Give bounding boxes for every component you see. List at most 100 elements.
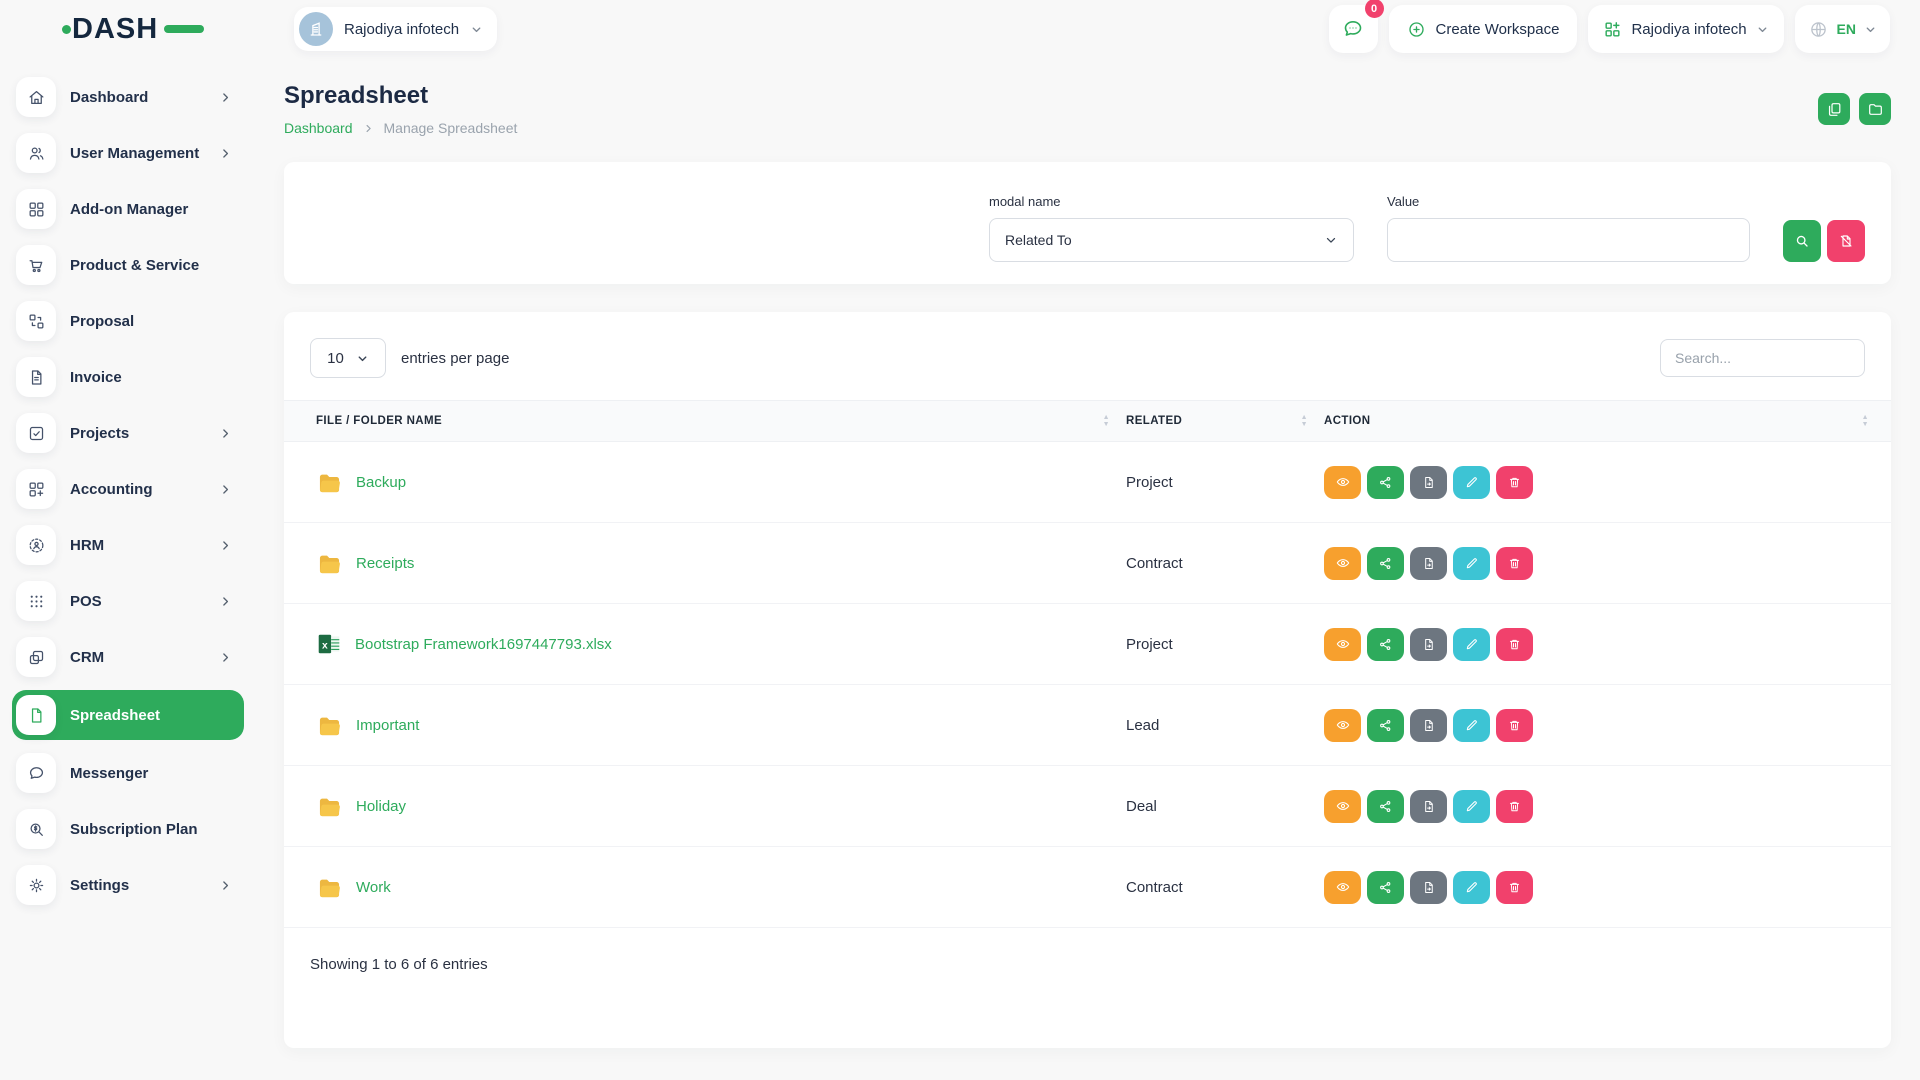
view-button[interactable] — [1324, 790, 1361, 823]
edit-button[interactable] — [1453, 547, 1490, 580]
view-button[interactable] — [1324, 628, 1361, 661]
globe-icon — [1808, 19, 1829, 40]
pencil-icon — [1464, 637, 1479, 652]
share-button[interactable] — [1367, 547, 1404, 580]
edit-button[interactable] — [1453, 628, 1490, 661]
user-scan-icon — [16, 525, 56, 565]
chevron-right-icon — [219, 595, 232, 608]
cart-icon — [16, 245, 56, 285]
table-row: Work Contract — [284, 847, 1891, 928]
file-folder-link[interactable]: Holiday — [356, 798, 406, 815]
share-button[interactable] — [1367, 466, 1404, 499]
export-file-button[interactable] — [1410, 790, 1447, 823]
sidebar-item-hrm[interactable]: HRM — [12, 522, 244, 568]
sidebar-item-invoice[interactable]: Invoice — [12, 354, 244, 400]
sidebar-item-user-management[interactable]: User Management — [12, 130, 244, 176]
share-button[interactable] — [1367, 790, 1404, 823]
file-folder-link[interactable]: Important — [356, 717, 419, 734]
share-button[interactable] — [1367, 709, 1404, 742]
delete-button[interactable] — [1496, 871, 1533, 904]
share-button[interactable] — [1367, 871, 1404, 904]
chevron-right-icon — [219, 427, 232, 440]
file-folder-link[interactable]: Bootstrap Framework1697447793.xlsx — [355, 636, 612, 653]
company-menu[interactable]: Rajodiya infotech — [1588, 5, 1783, 53]
page-title: Spreadsheet — [284, 82, 517, 110]
file-folder-link[interactable]: Receipts — [356, 555, 414, 572]
pencil-icon — [1464, 718, 1479, 733]
view-button[interactable] — [1324, 871, 1361, 904]
sidebar-item-messenger[interactable]: Messenger — [12, 750, 244, 796]
sidebar-item-label: Proposal — [70, 313, 134, 330]
export-file-button[interactable] — [1410, 547, 1447, 580]
workspace-selector[interactable]: Rajodiya infotech — [294, 7, 497, 51]
filter-reset-button[interactable] — [1827, 220, 1865, 262]
breadcrumb-dashboard-link[interactable]: Dashboard — [284, 120, 353, 136]
sort-toggle[interactable] — [1103, 414, 1110, 428]
delete-button[interactable] — [1496, 709, 1533, 742]
sidebar: Dashboard User Management Add-on Manager… — [0, 58, 255, 1080]
view-button[interactable] — [1324, 709, 1361, 742]
value-input[interactable] — [1387, 218, 1750, 262]
edit-button[interactable] — [1453, 709, 1490, 742]
table-header: FILE / FOLDER NAME RELATED ACTION — [284, 400, 1891, 442]
messages-button[interactable]: 0 — [1329, 5, 1378, 53]
sidebar-item-subscription-plan[interactable]: Subscription Plan — [12, 806, 244, 852]
workspace-name: Rajodiya infotech — [344, 21, 459, 38]
entries-selected-value: 10 — [327, 350, 344, 367]
sidebar-item-add-on-manager[interactable]: Add-on Manager — [12, 186, 244, 232]
delete-button[interactable] — [1496, 466, 1533, 499]
sidebar-item-crm[interactable]: CRM — [12, 634, 244, 680]
table-row: Important Lead — [284, 685, 1891, 766]
sidebar-item-spreadsheet[interactable]: Spreadsheet — [12, 690, 244, 740]
sidebar-item-label: Projects — [70, 425, 129, 442]
sidebar-item-label: Subscription Plan — [70, 821, 198, 838]
language-selector[interactable]: EN — [1795, 5, 1890, 53]
workspace-avatar — [299, 12, 333, 46]
export-file-button[interactable] — [1410, 628, 1447, 661]
edit-button[interactable] — [1453, 790, 1490, 823]
export-file-button[interactable] — [1410, 466, 1447, 499]
delete-button[interactable] — [1496, 547, 1533, 580]
view-button[interactable] — [1324, 466, 1361, 499]
sidebar-item-projects[interactable]: Projects — [12, 410, 244, 456]
file-folder-link[interactable]: Backup — [356, 474, 406, 491]
sidebar-item-dashboard[interactable]: Dashboard — [12, 74, 244, 120]
sidebar-item-accounting[interactable]: Accounting — [12, 466, 244, 512]
entries-per-page-select[interactable]: 10 — [310, 338, 386, 378]
export-file-button[interactable] — [1410, 709, 1447, 742]
chevron-right-icon — [219, 539, 232, 552]
sort-toggle[interactable] — [1301, 414, 1308, 428]
create-workspace-button[interactable]: Create Workspace — [1389, 5, 1578, 53]
share-button[interactable] — [1367, 628, 1404, 661]
sidebar-item-label: CRM — [70, 649, 104, 666]
eye-icon — [1335, 474, 1351, 490]
view-button[interactable] — [1324, 547, 1361, 580]
file-folder-link[interactable]: Work — [356, 879, 391, 896]
sidebar-item-proposal[interactable]: Proposal — [12, 298, 244, 344]
add-file-button[interactable] — [1818, 93, 1850, 125]
trash-icon — [1507, 799, 1522, 814]
sidebar-item-product-service[interactable]: Product & Service — [12, 242, 244, 288]
transfer-icon — [16, 301, 56, 341]
sidebar-item-pos[interactable]: POS — [12, 578, 244, 624]
edit-button[interactable] — [1453, 871, 1490, 904]
eye-icon — [1335, 555, 1351, 571]
delete-button[interactable] — [1496, 790, 1533, 823]
table-search-input[interactable] — [1660, 339, 1865, 377]
share-icon — [1378, 556, 1393, 571]
add-folder-button[interactable] — [1859, 93, 1891, 125]
sort-toggle[interactable] — [1862, 414, 1869, 428]
export-file-button[interactable] — [1410, 871, 1447, 904]
dots-grid-icon — [16, 581, 56, 621]
edit-button[interactable] — [1453, 466, 1490, 499]
folder-icon — [316, 874, 343, 901]
model-name-select[interactable]: Related To — [989, 218, 1354, 262]
folder-icon — [316, 550, 343, 577]
chevron-down-icon — [1756, 23, 1769, 36]
filter-search-button[interactable] — [1783, 220, 1821, 262]
delete-button[interactable] — [1496, 628, 1533, 661]
home-icon — [16, 77, 56, 117]
file-export-icon — [1421, 799, 1436, 814]
sidebar-item-label: Accounting — [70, 481, 153, 498]
sidebar-item-settings[interactable]: Settings — [12, 862, 244, 908]
